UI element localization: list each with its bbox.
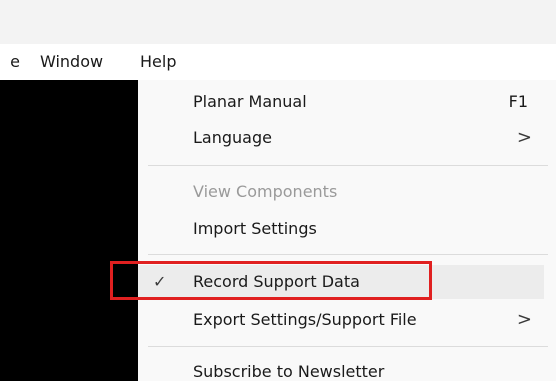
- chevron-right-icon: >: [516, 309, 532, 330]
- menu-item-label: Export Settings/Support File: [193, 310, 417, 329]
- menu-item-label: Import Settings: [193, 219, 317, 238]
- menu-item-subscribe-newsletter[interactable]: Subscribe to Newsletter: [138, 356, 544, 388]
- title-bar: [0, 0, 556, 44]
- menubar-item-partial[interactable]: e: [0, 44, 20, 80]
- menubar-item-help[interactable]: Help: [132, 44, 196, 80]
- menu-item-language[interactable]: Language >: [138, 122, 544, 154]
- menu-item-export-settings[interactable]: Export Settings/Support File >: [138, 304, 544, 336]
- checkmark-icon: ✓: [153, 272, 167, 291]
- menu-bar: e Window Help: [0, 44, 556, 80]
- menu-item-label: Subscribe to Newsletter: [193, 362, 385, 381]
- menu-item-label: Planar Manual: [193, 92, 307, 111]
- shortcut-hint: F1: [508, 92, 528, 111]
- chevron-right-icon: >: [516, 127, 532, 148]
- menu-separator: [148, 254, 548, 255]
- menu-item-planar-manual[interactable]: Planar Manual F1: [138, 86, 544, 118]
- menu-item-label: View Components: [193, 182, 338, 201]
- menu-item-record-support-data[interactable]: ✓ Record Support Data: [138, 265, 544, 299]
- help-menu-dropdown: Planar Manual F1 Language > View Compone…: [138, 80, 556, 381]
- workspace-canvas: [0, 80, 138, 381]
- menu-item-label: Language: [193, 128, 272, 147]
- menu-item-label: Record Support Data: [193, 272, 360, 291]
- menubar-item-window[interactable]: Window: [40, 44, 103, 80]
- menu-separator: [148, 165, 548, 166]
- menu-item-view-components: View Components: [138, 176, 544, 208]
- menu-item-import-settings[interactable]: Import Settings: [138, 213, 544, 245]
- menu-separator: [148, 346, 548, 347]
